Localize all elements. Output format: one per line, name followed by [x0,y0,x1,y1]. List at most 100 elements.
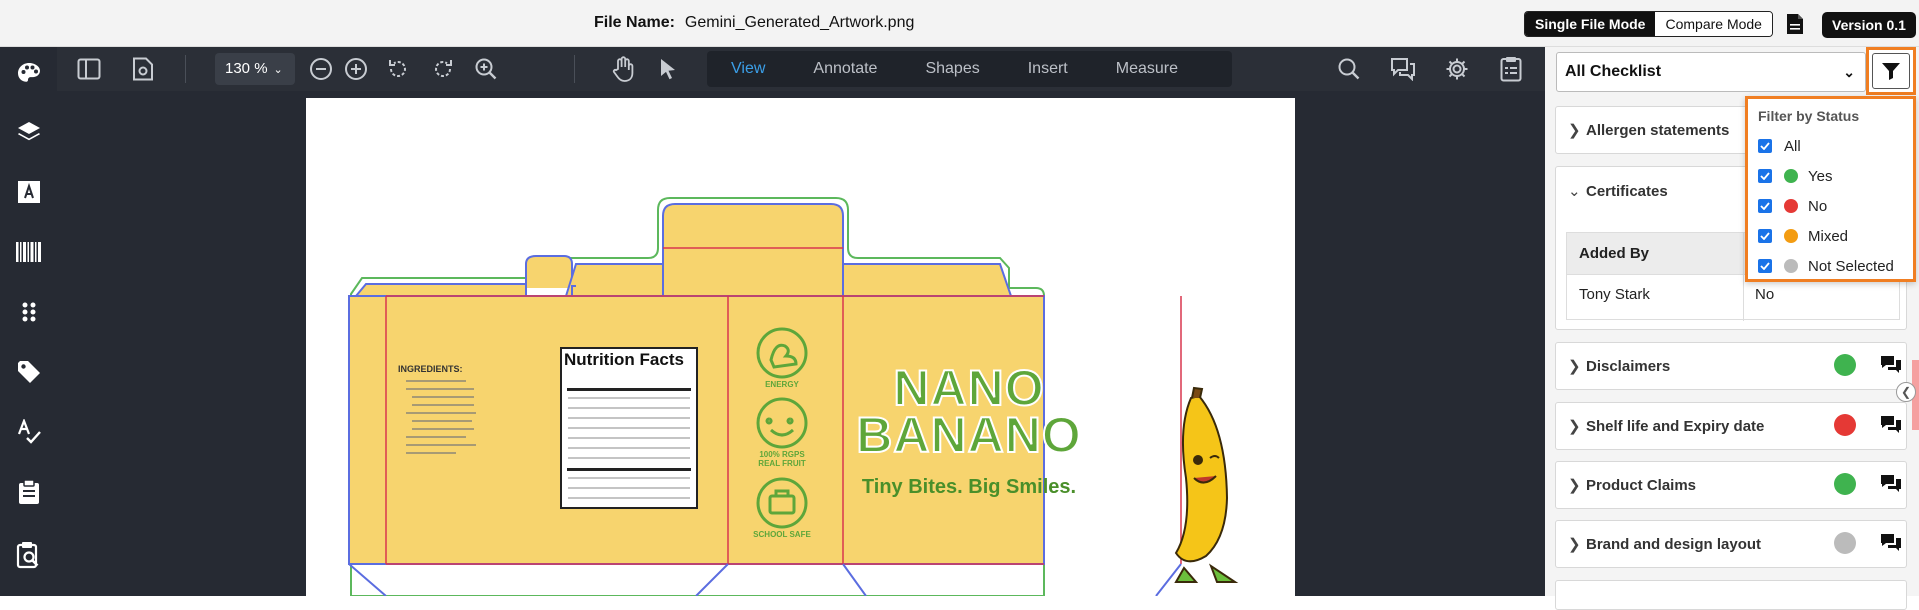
filter-option-no[interactable]: No [1758,197,1827,215]
rotate-right-icon[interactable] [429,55,457,83]
mode-tabs: View Annotate Shapes Insert Measure [707,51,1232,87]
nutrition-facts-title: Nutrition Facts [564,350,684,369]
checklist-select-value: All Checklist [1565,63,1662,80]
file-name: File Name: Gemini_Generated_Artwork.png [594,14,914,32]
section-label: Product Claims [1586,476,1697,494]
search-icon[interactable] [1335,55,1363,83]
filter-popup: Filter by Status All Yes No Mixed Not Se… [1745,96,1916,282]
comment-icon[interactable] [1880,474,1902,494]
status-dot-grey[interactable] [1834,532,1856,554]
top-bar: File Name: Gemini_Generated_Artwork.png S… [0,0,1919,47]
status-dot-red [1784,199,1798,213]
toolbar-divider [574,55,575,83]
file-settings-icon[interactable] [129,55,157,83]
zoom-value: 130 % [225,60,268,77]
table-cell-value: No [1755,286,1775,303]
version-badge: Version 0.1 [1822,12,1916,38]
filter-option-mixed[interactable]: Mixed [1758,227,1848,245]
filter-option-all[interactable]: All [1758,137,1801,155]
chevron-down-icon: ⌄ [1843,64,1855,80]
checkbox-checked-icon[interactable] [1758,199,1772,213]
section-next[interactable] [1555,580,1907,610]
zoom-fit-icon[interactable] [472,55,500,83]
section-label: Brand and design layout [1586,535,1762,553]
filter-option-yes[interactable]: Yes [1758,167,1832,185]
checklist-icon[interactable] [1497,55,1525,83]
palette-icon[interactable] [14,59,44,89]
spellcheck-icon[interactable] [14,417,44,447]
section-label: Allergen statements [1586,121,1730,139]
status-dot-grey [1784,259,1798,273]
clipboard-icon[interactable] [14,477,44,507]
filter-option-label: Yes [1808,167,1833,185]
file-name-value: Gemini_Generated_Artwork.png [684,14,915,31]
checkbox-checked-icon[interactable] [1758,259,1772,273]
compare-mode-button[interactable]: Compare Mode [1655,12,1772,36]
barcode-icon[interactable] [14,237,44,267]
filter-option-not-selected[interactable]: Not Selected [1758,257,1894,275]
column-header-added-by: Added By [1579,245,1650,262]
tab-measure[interactable]: Measure [1092,51,1202,87]
collapse-panel-icon[interactable]: ❮ [1896,382,1916,402]
clipboard-search-icon[interactable] [14,540,44,570]
packaging-dieline [348,197,1239,597]
status-dot-green [1784,169,1798,183]
mode-switch: Single File Mode Compare Mode [1524,11,1773,37]
hand-pan-icon[interactable] [609,55,637,83]
status-dot-green[interactable] [1834,354,1856,376]
chevron-right-icon: ❯ [1568,358,1581,375]
ingredients-title: INGREDIENTS: [398,364,463,374]
zoom-in-icon[interactable] [342,55,370,83]
checkbox-checked-icon[interactable] [1758,139,1772,153]
table-cell-name: Tony Stark [1579,286,1650,303]
sidebar-toggle-icon[interactable] [75,55,103,83]
dots-grid-icon[interactable] [14,297,44,327]
tab-insert[interactable]: Insert [1004,51,1092,87]
chevron-right-icon: ❯ [1568,418,1581,435]
file-name-label: File Name: [594,14,675,31]
checkbox-checked-icon[interactable] [1758,229,1772,243]
comment-icon[interactable] [1880,355,1902,375]
section-label: Shelf life and Expiry date [1586,417,1765,435]
school-safe-label: SCHOOL SAFE [753,530,811,539]
layers-icon[interactable] [14,117,44,147]
filter-option-label: Not Selected [1808,257,1894,275]
zoom-select[interactable]: 130 % ⌄ [215,53,295,85]
gear-icon[interactable] [1443,55,1471,83]
viewer-toolbar: 130 % ⌄ View Annotate Shapes Insert Measu… [57,47,1545,91]
checkbox-checked-icon[interactable] [1758,169,1772,183]
comment-icon[interactable] [1880,533,1902,553]
chevron-down-icon: ⌄ [273,64,283,76]
section-label: Certificates [1586,182,1668,200]
zoom-out-icon[interactable] [307,55,335,83]
document-icon[interactable] [1786,13,1804,35]
status-dot-green[interactable] [1834,473,1856,495]
left-sidebar [0,47,57,596]
chevron-right-icon: ❯ [1568,122,1581,139]
tab-view[interactable]: View [707,51,789,87]
filter-title: Filter by Status [1758,108,1860,124]
table-divider [1743,233,1744,321]
status-dot-orange [1784,229,1798,243]
section-label: Disclaimers [1586,357,1671,375]
comment-icon[interactable] [1880,415,1902,435]
pointer-icon[interactable] [654,55,682,83]
chevron-down-icon: ⌄ [1568,183,1581,200]
tag-icon[interactable] [14,357,44,387]
chevron-right-icon: ❯ [1568,477,1581,494]
brand-name-line1: NANO [892,360,1045,416]
real-fruit-label: 100% RGPS REAL FRUIT [758,450,806,468]
tab-shapes[interactable]: Shapes [901,51,1003,87]
filter-icon [1872,53,1910,89]
checklist-select[interactable]: All Checklist ⌄ [1556,52,1866,92]
single-file-mode-button[interactable]: Single File Mode [1525,12,1656,36]
filter-button[interactable] [1866,47,1916,95]
status-dot-red[interactable] [1834,414,1856,436]
tab-annotate[interactable]: Annotate [789,51,901,87]
filter-option-label: All [1784,137,1801,155]
rotate-left-icon[interactable] [384,55,412,83]
toolbar-divider [185,55,186,83]
comments-icon[interactable] [1389,55,1417,83]
text-icon[interactable] [14,177,44,207]
brand-name-line2: BANANO [855,407,1082,463]
